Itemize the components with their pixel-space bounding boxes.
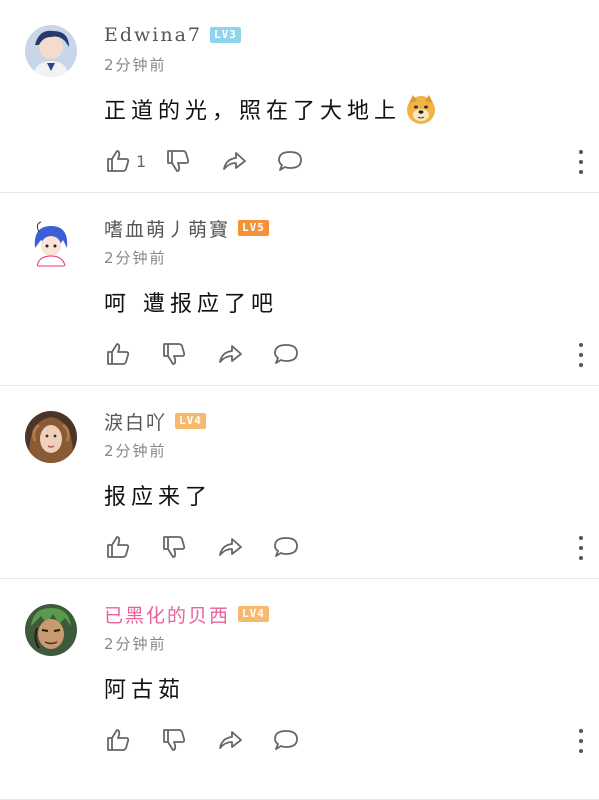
- comment-icon: [274, 537, 298, 557]
- share-icon: [219, 731, 242, 749]
- avatar[interactable]: [25, 411, 77, 463]
- more-vertical-icon[interactable]: [577, 729, 585, 753]
- share-button[interactable]: [216, 726, 244, 754]
- comment-text: 呵 遭报应了吧: [104, 286, 278, 318]
- dislike-button[interactable]: [164, 147, 192, 175]
- thumbs-up-icon: [107, 536, 130, 558]
- thumbs-down-icon: [163, 536, 186, 558]
- share-icon: [219, 538, 242, 556]
- avatar[interactable]: [25, 25, 77, 77]
- reply-button[interactable]: [272, 726, 300, 754]
- dislike-button[interactable]: [160, 340, 188, 368]
- share-icon: [223, 152, 247, 170]
- username[interactable]: 淚白吖: [104, 408, 167, 435]
- thumbs-up-icon: [107, 343, 130, 365]
- reply-button[interactable]: [272, 340, 300, 368]
- avatar[interactable]: [25, 218, 77, 270]
- reply-button[interactable]: [276, 147, 304, 175]
- comment-icon: [278, 151, 303, 171]
- comment-text: 阿古茹: [104, 672, 185, 704]
- timestamp: 2分钟前: [104, 442, 167, 460]
- comment-icon: [274, 344, 298, 364]
- thumbs-up-icon: [107, 729, 130, 751]
- timestamp: 2分钟前: [104, 635, 167, 653]
- timestamp: 2分钟前: [104, 249, 167, 267]
- avatar[interactable]: [25, 604, 77, 656]
- more-vertical-icon[interactable]: [577, 536, 585, 560]
- like-count: 1: [136, 151, 147, 171]
- like-button[interactable]: [104, 533, 132, 561]
- level-badge: LV5: [238, 220, 269, 236]
- reply-button[interactable]: [272, 533, 300, 561]
- share-button[interactable]: [220, 147, 248, 175]
- share-button[interactable]: [216, 340, 244, 368]
- comment-item: 淚白吖 LV4 2分钟前 报应来了: [0, 386, 599, 579]
- username[interactable]: 已黑化的贝西: [104, 601, 230, 628]
- share-button[interactable]: [216, 533, 244, 561]
- like-button[interactable]: [104, 726, 132, 754]
- share-icon: [219, 345, 242, 363]
- comment-text: 正道的光，照在了大地上: [104, 93, 437, 125]
- comment-body: 呵 遭报应了吧: [104, 292, 278, 317]
- username[interactable]: 嗜血萌丿萌寶: [104, 215, 230, 242]
- comment-item: 已黑化的贝西 LV4 2分钟前 阿古茹: [0, 579, 599, 800]
- thumbs-up-icon: [107, 150, 130, 172]
- like-button[interactable]: [104, 340, 132, 368]
- timestamp: 2分钟前: [104, 56, 167, 74]
- username[interactable]: Edwina7: [104, 24, 202, 46]
- level-badge: LV4: [238, 606, 269, 622]
- dislike-button[interactable]: [160, 533, 188, 561]
- comment-item: Edwina7 LV3 2分钟前 正道的光，照在了大地上 1: [0, 0, 599, 193]
- comment-body: 报应来了: [104, 485, 213, 510]
- doge-emoji-icon: [405, 93, 437, 125]
- thumbs-down-icon: [163, 343, 186, 365]
- thumbs-down-icon: [167, 150, 190, 172]
- comment-item: 嗜血萌丿萌寶 LV5 2分钟前 呵 遭报应了吧: [0, 193, 599, 386]
- comment-icon: [274, 730, 298, 750]
- dislike-button[interactable]: [160, 726, 188, 754]
- like-button[interactable]: 1: [104, 147, 146, 175]
- more-vertical-icon[interactable]: [577, 343, 585, 367]
- comment-body: 正道的光，照在了大地上: [104, 99, 402, 124]
- more-vertical-icon[interactable]: [577, 150, 585, 174]
- comment-text: 报应来了: [104, 479, 212, 511]
- level-badge: LV4: [175, 413, 206, 429]
- thumbs-down-icon: [163, 729, 186, 751]
- comment-body: 阿古茹: [104, 678, 186, 703]
- level-badge: LV3: [210, 27, 241, 43]
